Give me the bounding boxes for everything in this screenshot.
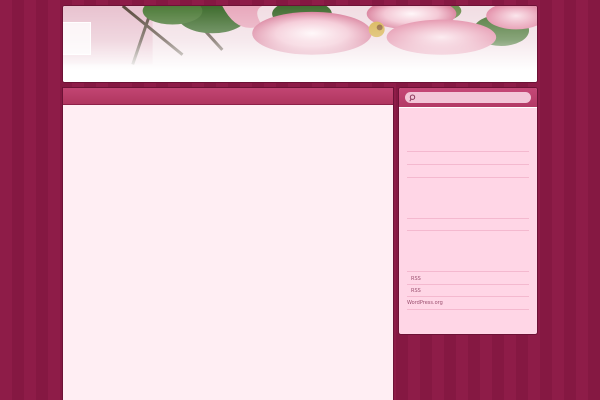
main-content	[62, 87, 394, 400]
sidebar-divider	[407, 271, 529, 272]
site-header	[62, 5, 538, 83]
sidebar-divider	[407, 296, 529, 297]
header-logo-box	[63, 22, 91, 55]
search-input[interactable]	[405, 92, 531, 103]
sidebar-divider	[407, 218, 529, 219]
sidebar-divider	[407, 177, 529, 178]
sidebar-link-wordpress[interactable]: WordPress.org	[407, 300, 443, 306]
sidebar-divider	[407, 151, 529, 152]
sidebar-link-entries-rss[interactable]: RSS	[411, 276, 421, 282]
sidebar-link-comments-rss[interactable]: RSS	[411, 288, 421, 294]
sidebar-divider	[407, 230, 529, 231]
sidebar-search-bar	[399, 88, 537, 108]
search-icon[interactable]	[409, 94, 417, 102]
sidebar-divider	[407, 309, 529, 310]
sidebar-divider	[407, 284, 529, 285]
content-title-bar	[63, 88, 393, 105]
sidebar-divider	[407, 164, 529, 165]
header-flower-image	[63, 6, 537, 82]
sidebar: RSS RSS WordPress.org	[398, 87, 538, 335]
